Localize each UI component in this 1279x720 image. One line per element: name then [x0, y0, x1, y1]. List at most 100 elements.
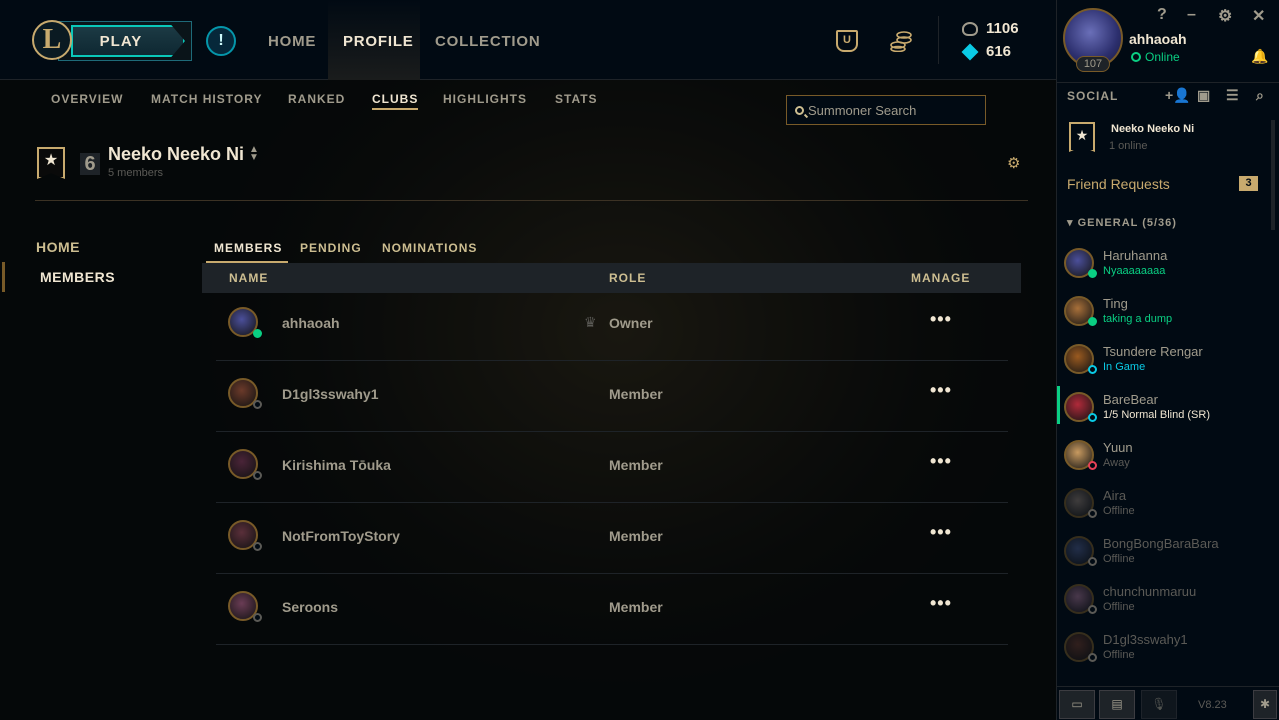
tab-nominations[interactable]: NOMINATIONS: [382, 241, 477, 255]
club-name: Neeko Neeko Ni: [108, 144, 245, 164]
nav-home[interactable]: HOME: [268, 33, 316, 50]
social-search-icon[interactable]: ⌕: [1256, 87, 1264, 104]
member-role: Member: [609, 457, 663, 473]
owner-crown-icon: ♛: [584, 314, 597, 330]
subnav-ranked[interactable]: RANKED: [288, 92, 345, 106]
subnav-match-history[interactable]: MATCH HISTORY: [151, 92, 262, 106]
member-row: ahhaoah ♛ Owner •••: [216, 290, 1008, 361]
friend-list-item[interactable]: Ting taking a dump: [1057, 290, 1271, 338]
friend-list-item[interactable]: chunchunmaruu Offline: [1057, 578, 1271, 626]
social-panel: 107 ahhaoah Online ? – ⚙ ✕ 🔔 SOCIAL +👤 ▣…: [1056, 0, 1279, 720]
subnav-stats[interactable]: STATS: [555, 92, 598, 106]
summoner-search-input[interactable]: [808, 102, 978, 118]
social-club-online: 1 online: [1109, 140, 1148, 152]
friend-list-item[interactable]: Tsundere Rengar In Game: [1057, 338, 1271, 386]
member-name[interactable]: D1gl3sswahy1: [282, 386, 379, 402]
friend-list-item[interactable]: Yuun Away: [1057, 434, 1271, 482]
friend-status-text: Offline: [1103, 553, 1135, 565]
list-view-icon[interactable]: ☰: [1226, 87, 1239, 104]
friend-list-item[interactable]: D1gl3sswahy1 Offline: [1057, 626, 1271, 674]
close-icon[interactable]: ✕: [1252, 6, 1265, 26]
member-name[interactable]: Kirishima Tōuka: [282, 457, 391, 473]
club-switch-icon[interactable]: ▲ ▼: [249, 145, 259, 163]
social-title: SOCIAL: [1067, 89, 1119, 103]
manage-menu-button[interactable]: •••: [930, 522, 952, 543]
manage-menu-button[interactable]: •••: [930, 309, 952, 330]
missions-icon[interactable]: ▤: [1099, 690, 1135, 719]
nav-profile[interactable]: PROFILE: [343, 33, 414, 50]
club-banner-icon: ★: [37, 147, 65, 179]
rp-balance[interactable]: 1106: [962, 20, 1019, 37]
top-nav: PLAY L ! HOME PROFILE COLLECTION U 1106 …: [0, 0, 1056, 80]
settings-gear-icon[interactable]: ⚙: [1218, 6, 1232, 26]
subnav-overview[interactable]: OVERVIEW: [51, 92, 123, 106]
friend-requests-label[interactable]: Friend Requests: [1067, 176, 1170, 192]
bug-report-icon[interactable]: ✱: [1253, 690, 1277, 719]
my-status[interactable]: Online: [1131, 50, 1180, 64]
blue-essence-icon: [961, 43, 979, 60]
subnav-highlights[interactable]: HIGHLIGHTS: [443, 92, 527, 106]
friend-group-general[interactable]: ▾ GENERAL (5/36): [1067, 216, 1177, 229]
add-folder-icon[interactable]: ▣: [1197, 87, 1210, 104]
friend-name: BareBear: [1103, 392, 1158, 407]
member-name[interactable]: Seroons: [282, 599, 338, 615]
friend-list-item[interactable]: Aira Offline: [1057, 482, 1271, 530]
col-manage: MANAGE: [911, 271, 971, 285]
subnav-clubs[interactable]: CLUBS: [372, 92, 419, 110]
friend-name: D1gl3sswahy1: [1103, 632, 1188, 647]
friend-list-item[interactable]: BongBongBaraBara Offline: [1057, 530, 1271, 578]
member-role: Owner: [609, 315, 653, 331]
member-name[interactable]: NotFromToyStory: [282, 528, 400, 544]
friend-list-item[interactable]: BareBear 1/5 Normal Blind (SR): [1057, 386, 1271, 434]
divider: [35, 200, 1028, 201]
friend-name: Haruhanna: [1103, 248, 1168, 263]
blue-essence-amount: 616: [986, 43, 1012, 60]
nav-collection[interactable]: COLLECTION: [435, 33, 541, 50]
social-club-banner-icon[interactable]: ★: [1069, 122, 1095, 152]
col-role[interactable]: ROLE: [609, 271, 646, 285]
friend-status-indicator: [1088, 413, 1097, 422]
friend-status-indicator: [1088, 365, 1097, 374]
friend-status-indicator: [1088, 653, 1097, 662]
my-summoner-name[interactable]: ahhaoah: [1129, 31, 1187, 47]
member-name[interactable]: ahhaoah: [282, 315, 340, 331]
help-icon[interactable]: ?: [1157, 6, 1167, 24]
manage-menu-button[interactable]: •••: [930, 451, 952, 472]
member-status-indicator: [253, 542, 262, 551]
notifications-bell-icon[interactable]: 🔔: [1251, 48, 1268, 65]
blue-essence-balance[interactable]: 616: [961, 43, 1012, 60]
member-status-indicator: [253, 400, 262, 409]
club-nav-home[interactable]: HOME: [36, 239, 80, 255]
store-icon[interactable]: U: [836, 30, 858, 52]
play-button-label: PLAY: [99, 32, 143, 50]
league-logo-icon[interactable]: L: [32, 20, 72, 60]
friend-list-item[interactable]: Haruhanna Nyaaaaaaaa: [1057, 242, 1271, 290]
loot-icon[interactable]: [888, 30, 914, 53]
friend-name: Yuun: [1103, 440, 1133, 455]
friend-status-indicator: [1088, 317, 1097, 326]
online-status-icon: [1131, 52, 1141, 62]
add-friend-icon[interactable]: +👤: [1165, 87, 1191, 104]
social-club-name[interactable]: Neeko Neeko Ni: [1111, 123, 1194, 135]
voice-icon[interactable]: 🎙: [1141, 690, 1177, 719]
club-members-count: 5 members: [108, 167, 164, 179]
chat-icon[interactable]: ▭: [1059, 690, 1095, 719]
member-status-indicator: [253, 471, 262, 480]
alert-icon[interactable]: !: [206, 26, 236, 56]
tab-members[interactable]: MEMBERS: [214, 241, 282, 255]
col-name[interactable]: NAME: [229, 271, 268, 285]
social-scrollbar[interactable]: [1271, 120, 1275, 230]
member-row: D1gl3sswahy1 Member •••: [216, 361, 1008, 432]
social-bottom-bar: ▭ ▤ 🎙 V8.23 ✱: [1057, 686, 1279, 720]
manage-menu-button[interactable]: •••: [930, 380, 952, 401]
friend-status-indicator: [1088, 509, 1097, 518]
summoner-search[interactable]: [786, 95, 986, 125]
club-settings-gear-icon[interactable]: ⚙: [1007, 154, 1020, 172]
tab-pending[interactable]: PENDING: [300, 241, 362, 255]
manage-menu-button[interactable]: •••: [930, 593, 952, 614]
friend-name: BongBongBaraBara: [1103, 536, 1219, 551]
friend-name: Aira: [1103, 488, 1127, 503]
club-nav-members[interactable]: MEMBERS: [40, 269, 115, 285]
play-button[interactable]: PLAY: [58, 21, 192, 61]
minimize-icon[interactable]: –: [1187, 6, 1196, 24]
